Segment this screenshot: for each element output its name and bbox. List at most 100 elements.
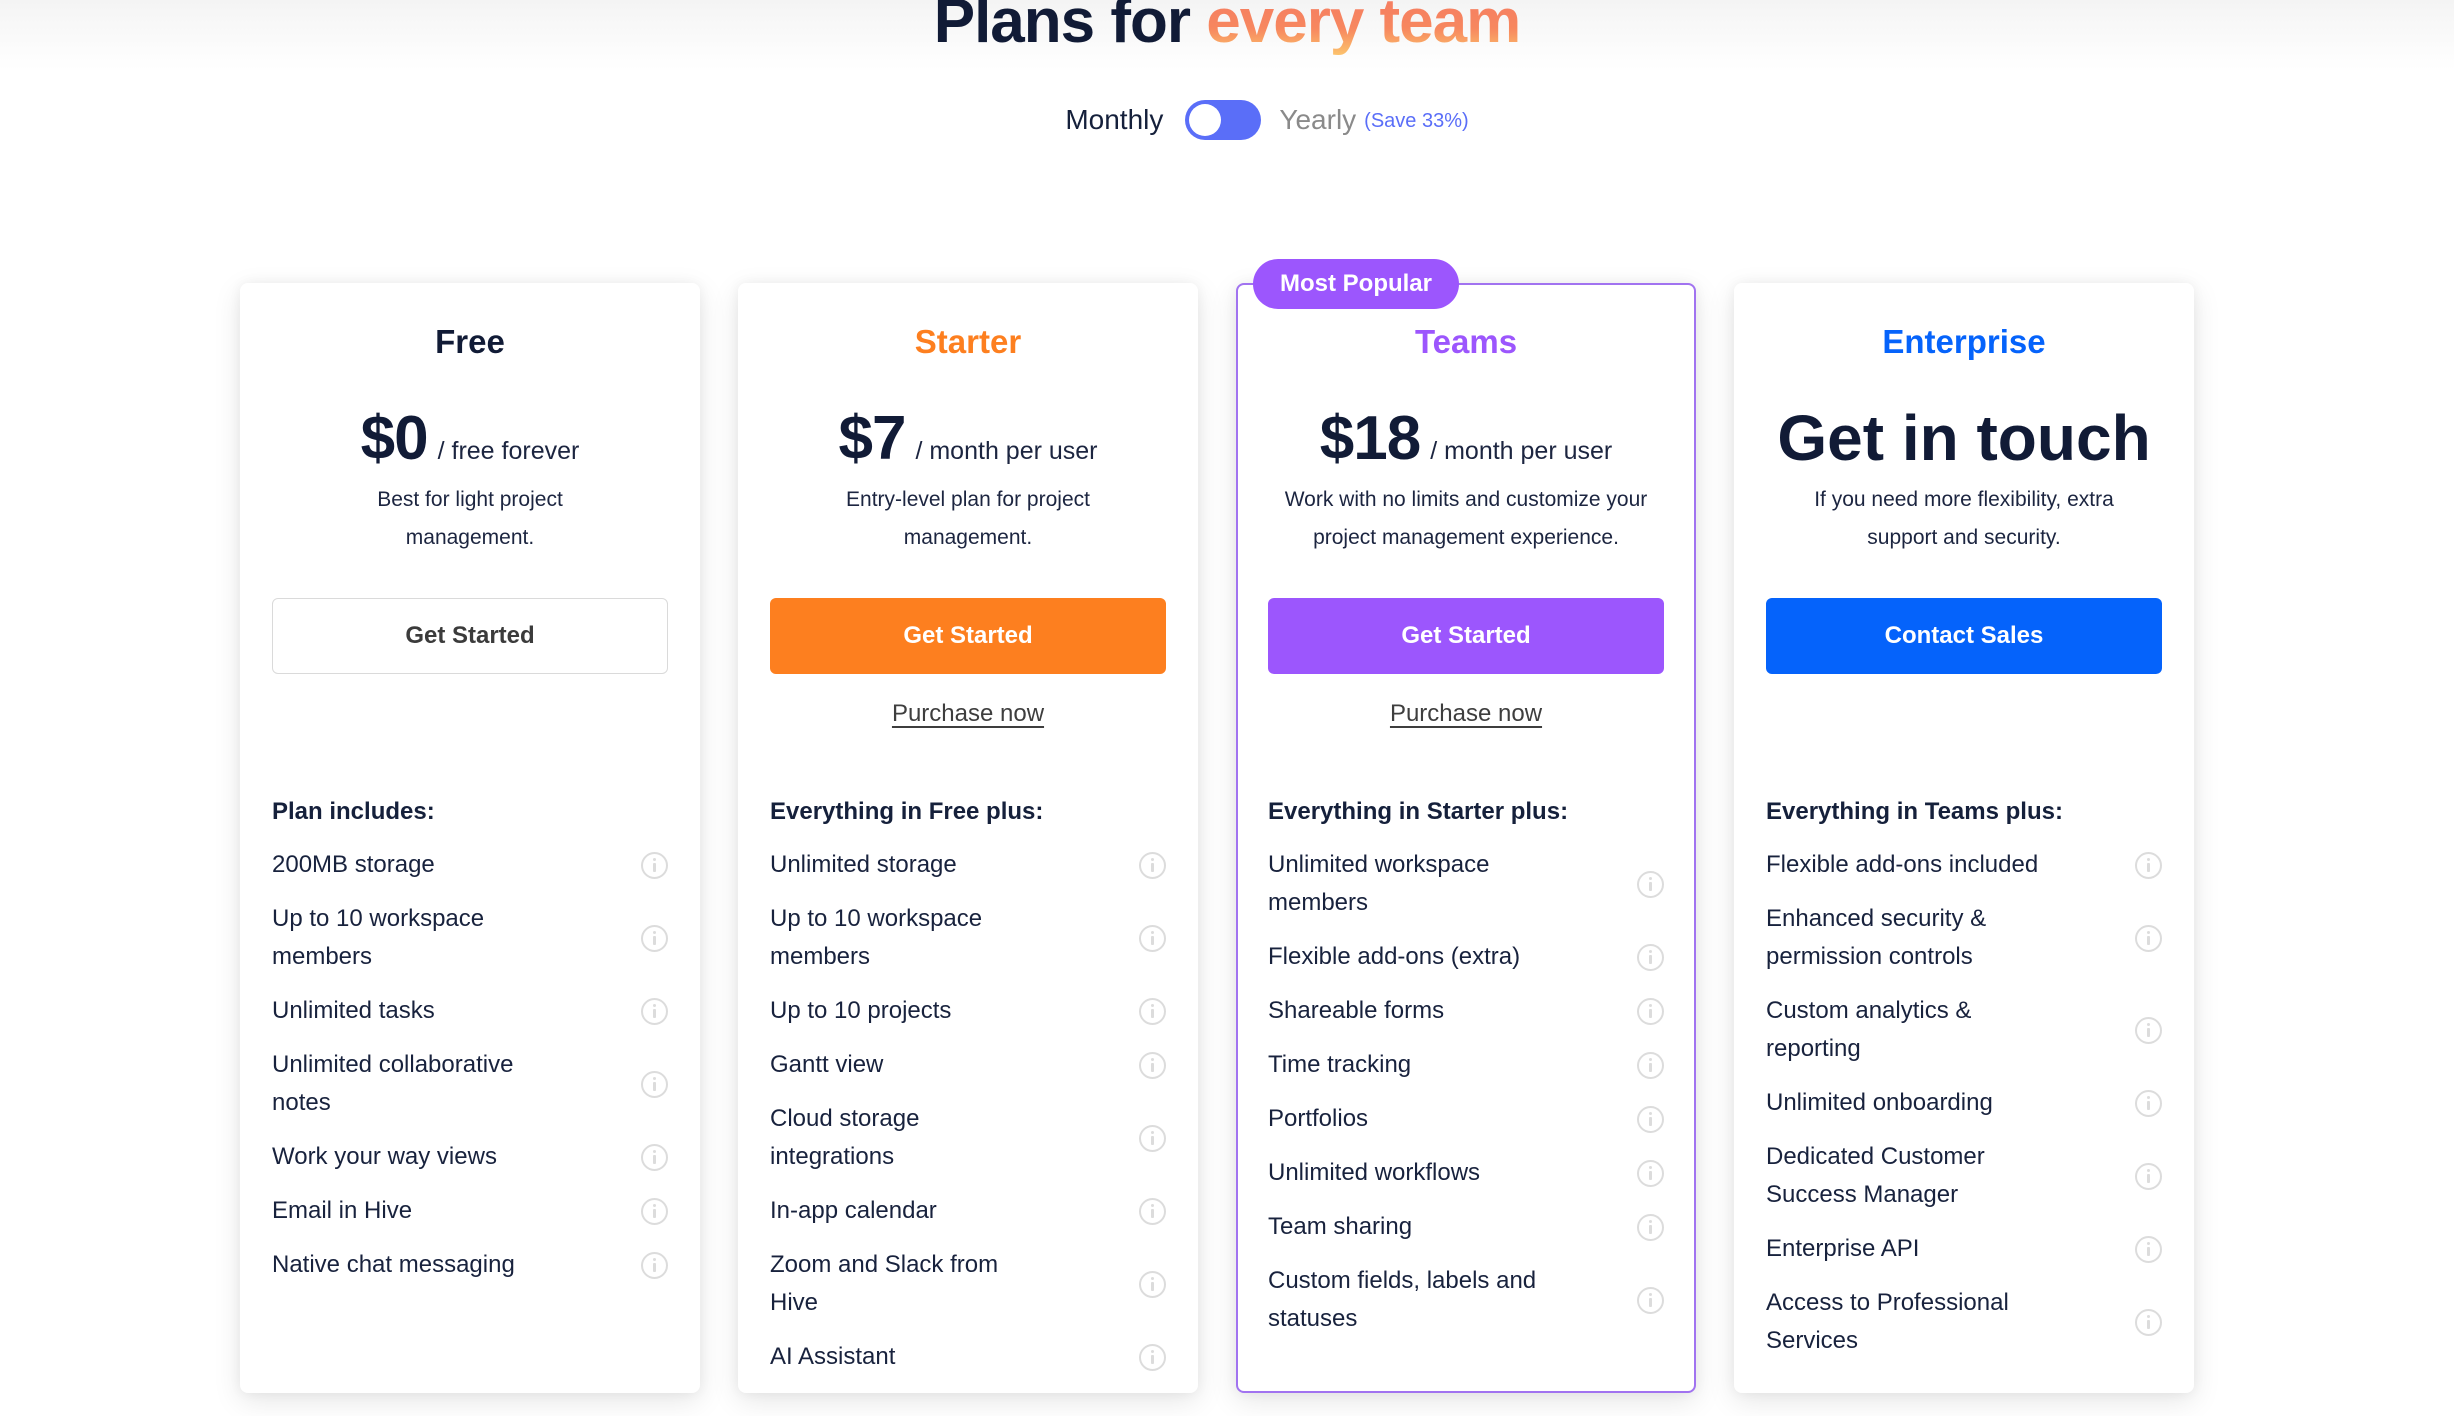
info-icon[interactable]: [1139, 924, 1166, 952]
features-title: Everything in Teams plus:: [1766, 798, 2063, 825]
feature-text: Native chat messaging: [272, 1251, 515, 1278]
feature-item: In-app calendar: [770, 1184, 1166, 1238]
feature-item: Flexible add-ons (extra): [1268, 930, 1664, 984]
feature-text: In-app calendar: [770, 1197, 937, 1224]
contact-sales-button[interactable]: Contact Sales: [1766, 598, 2162, 674]
plan-card-enterprise: Enterprise Get in touch If you need more…: [1734, 283, 2194, 1393]
page-title-accent: every team: [1206, 0, 1521, 56]
feature-item: Email in Hive: [272, 1184, 668, 1238]
feature-item: Unlimited workflows: [1268, 1146, 1664, 1200]
feature-item: Custom fields, labels and statuses: [1268, 1254, 1664, 1346]
plan-period: / free forever: [437, 437, 580, 465]
info-icon[interactable]: [1139, 1343, 1166, 1371]
billing-period-toggle[interactable]: [1185, 100, 1262, 140]
plan-price: Get in touch: [1777, 402, 2151, 474]
feature-item: Flexible add-ons included: [1766, 838, 2162, 892]
info-icon[interactable]: [2135, 1308, 2162, 1336]
feature-text: Unlimited workflows: [1268, 1159, 1481, 1186]
info-icon[interactable]: [2135, 1089, 2162, 1117]
purchase-now-link[interactable]: Purchase now: [738, 700, 1198, 728]
feature-item: Enterprise API: [1766, 1222, 2162, 1276]
feature-text: Access to Professional Services: [1766, 1289, 2009, 1354]
plan-name: Starter: [914, 323, 1022, 360]
info-icon[interactable]: [641, 1251, 668, 1279]
info-icon[interactable]: [1637, 1213, 1664, 1241]
feature-list: Flexible add-ons included Enhanced securi…: [1766, 838, 2162, 1368]
info-icon[interactable]: [1637, 1051, 1664, 1079]
plan-price: $7: [838, 404, 907, 473]
info-icon[interactable]: [1139, 1270, 1166, 1298]
feature-text: Flexible add-ons included: [1766, 851, 2039, 878]
info-icon[interactable]: [1637, 1159, 1664, 1187]
feature-item: Time tracking: [1268, 1038, 1664, 1092]
page-title-plain: Plans for: [933, 0, 1191, 56]
feature-item: Custom analytics & reporting: [1766, 984, 2162, 1076]
info-icon[interactable]: [1637, 1286, 1664, 1314]
feature-item: Team sharing: [1268, 1200, 1664, 1254]
feature-item: Gantt view: [770, 1038, 1166, 1092]
feature-text: Zoom and Slack from Hive: [770, 1251, 999, 1316]
feature-item: Enhanced security & permission controls: [1766, 892, 2162, 984]
yearly-label[interactable]: Yearly: [1279, 104, 1356, 136]
feature-text: Custom fields, labels and statuses: [1268, 1267, 1537, 1332]
billing-toggle-group: Monthly Yearly (Save 33%): [0, 100, 2454, 140]
plan-card-free: Free $0 / free forever Best for light pr…: [240, 283, 700, 1393]
info-icon[interactable]: [641, 1070, 668, 1098]
feature-text: Team sharing: [1268, 1213, 1413, 1240]
info-icon[interactable]: [1139, 1197, 1166, 1225]
feature-text: Unlimited workspace members: [1268, 851, 1490, 916]
feature-item: Unlimited collaborative notes: [272, 1038, 668, 1130]
purchase-now-link[interactable]: Purchase now: [1238, 700, 1694, 728]
get-started-button[interactable]: Get Started: [272, 598, 668, 674]
plan-description: Best for light project management.: [377, 488, 563, 549]
monthly-label[interactable]: Monthly: [1065, 104, 1163, 136]
info-icon[interactable]: [1637, 1105, 1664, 1133]
feature-item: Unlimited storage: [770, 838, 1166, 892]
feature-item: Access to Professional Services: [1766, 1276, 2162, 1368]
info-icon[interactable]: [2135, 1016, 2162, 1044]
feature-text: Unlimited tasks: [272, 997, 435, 1024]
info-icon[interactable]: [1637, 997, 1664, 1025]
plan-card-starter: Starter $7 / month per user Entry-level …: [738, 283, 1198, 1393]
info-icon[interactable]: [1139, 851, 1166, 879]
feature-list: Unlimited workspace members Flexible add-…: [1268, 838, 1664, 1346]
info-icon[interactable]: [641, 1143, 668, 1171]
plan-name: Teams: [1414, 323, 1518, 360]
feature-text: Cloud storage integrations: [770, 1105, 920, 1170]
info-icon[interactable]: [2135, 1235, 2162, 1263]
feature-item: Native chat messaging: [272, 1238, 668, 1292]
feature-list: Unlimited storage Up to 10 workspace memb…: [770, 838, 1166, 1384]
feature-item: Shareable forms: [1268, 984, 1664, 1038]
feature-item: Up to 10 projects: [770, 984, 1166, 1038]
info-icon[interactable]: [1637, 943, 1664, 971]
feature-text: Dedicated Customer Success Manager: [1766, 1143, 1985, 1208]
info-icon[interactable]: [1637, 870, 1664, 898]
info-icon[interactable]: [1139, 997, 1166, 1025]
toggle-knob: [1189, 104, 1222, 136]
feature-text: Shareable forms: [1268, 997, 1445, 1024]
plan-card-teams: Most Popular Teams $18 / month per user …: [1236, 259, 1696, 1393]
info-icon[interactable]: [2135, 851, 2162, 879]
get-started-button[interactable]: Get Started: [770, 598, 1166, 674]
feature-item: Cloud storage integrations: [770, 1092, 1166, 1184]
feature-item: Unlimited workspace members: [1268, 838, 1664, 930]
plan-description: If you need more flexibility, extra supp…: [1814, 488, 2114, 549]
plan-name: Free: [435, 323, 505, 360]
info-icon[interactable]: [2135, 924, 2162, 952]
features-title: Everything in Starter plus:: [1268, 798, 1569, 825]
info-icon[interactable]: [641, 924, 668, 952]
plan-price: $18: [1319, 404, 1421, 473]
feature-text: Up to 10 workspace members: [770, 905, 983, 970]
info-icon[interactable]: [1139, 1124, 1166, 1152]
features-title: Everything in Free plus:: [770, 798, 1044, 825]
info-icon[interactable]: [641, 1197, 668, 1225]
get-started-button[interactable]: Get Started: [1268, 598, 1664, 674]
info-icon[interactable]: [2135, 1162, 2162, 1190]
info-icon[interactable]: [1139, 1051, 1166, 1079]
info-icon[interactable]: [641, 851, 668, 879]
plan-price: $0: [360, 404, 429, 473]
feature-text: Gantt view: [770, 1051, 884, 1078]
info-icon[interactable]: [641, 997, 668, 1025]
feature-text: Time tracking: [1268, 1051, 1412, 1078]
feature-item: Unlimited tasks: [272, 984, 668, 1038]
